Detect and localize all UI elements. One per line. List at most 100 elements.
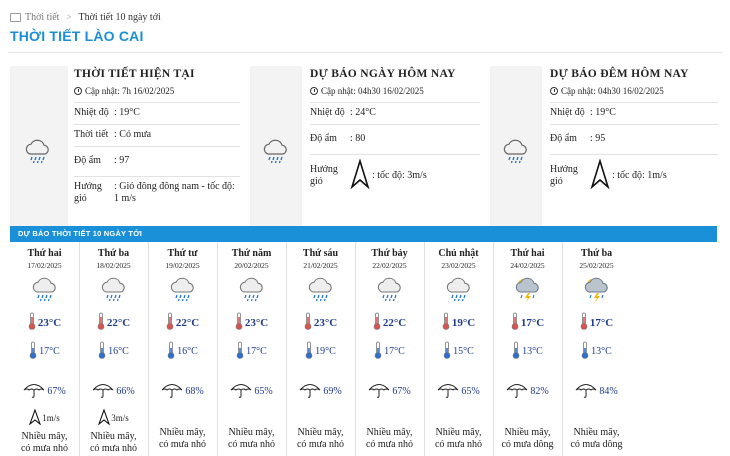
temp-min: 17°C	[384, 346, 405, 357]
condition-line: Nhiều mây,	[504, 427, 551, 438]
condition-line: có mưa nhỏ	[296, 439, 345, 450]
thermometer-hot-icon	[97, 312, 105, 333]
day-date: 20/02/2025	[234, 261, 269, 270]
cloud-rain-icon	[262, 138, 290, 169]
row-key: Nhiệt độ	[74, 107, 109, 118]
breadcrumb: Thời tiết > Thời tiết 10 ngày tới	[10, 10, 161, 24]
umbrella-icon	[161, 382, 183, 401]
current-title: THỜI TIẾT HIỆN TẠI	[74, 68, 195, 80]
day-name: Thứ hai	[27, 248, 62, 259]
day-date: 17/02/2025	[27, 261, 62, 270]
row-value: : 80	[350, 133, 366, 144]
forecast-day: Thứ bảy 22/02/2025 22°C 17°C 67% Nhiều mây, có…	[355, 242, 425, 456]
cloud-rain-icon	[31, 276, 59, 302]
forecast-day: Thứ ba 25/02/2025 17°C 13°C 84% Nhiều mây, có …	[562, 242, 631, 456]
cloud-rain-icon	[238, 276, 266, 302]
day-name: Thứ tư	[167, 248, 198, 259]
today-updated-text: Cập nhật: 04h30 16/02/2025	[321, 86, 424, 96]
cloud-storm-icon	[514, 276, 542, 302]
condition-line: Nhiều mây,	[21, 431, 68, 442]
current-body: THỜI TIẾT HIỆN TẠI Cập nhật: 7h 16/02/20…	[74, 66, 240, 226]
tonight-title: DỰ BÁO ĐÊM HÔM NAY	[550, 68, 689, 80]
day-name: Thứ bảy	[371, 248, 408, 259]
umbrella-icon	[92, 382, 114, 401]
thermometer-cold-icon	[98, 341, 106, 362]
current-row: Nhiệt độ : 19°C	[74, 102, 240, 124]
day-name: Chủ nhật	[438, 248, 479, 259]
row-value: : tốc độ: 3m/s	[372, 170, 427, 181]
condition-line: có mưa nhỏ	[20, 443, 69, 454]
umbrella-icon	[506, 382, 528, 401]
temp-min: 13°C	[522, 346, 543, 357]
day-date: 25/02/2025	[579, 261, 614, 270]
condition-line: Nhiều mây,	[573, 427, 620, 438]
temp-min: 13°C	[591, 346, 612, 357]
day-name: Thứ năm	[231, 248, 272, 259]
thermometer-cold-icon	[512, 341, 520, 362]
forecast-day: Thứ hai 17/02/2025 23°C 17°C 67% 1m/s Nhiều mâ…	[10, 242, 80, 456]
today-row: Nhiệt độ: 24°C	[310, 102, 480, 124]
day-date: 23/02/2025	[441, 261, 476, 270]
temp-max: 22°C	[382, 316, 407, 329]
thermometer-hot-icon	[580, 312, 588, 333]
temp-max: 17°C	[589, 316, 614, 329]
temp-max: 22°C	[175, 316, 200, 329]
current-updated-text: Cập nhật: 7h 16/02/2025	[85, 86, 175, 96]
tonight-body: DỰ BÁO ĐÊM HÔM NAY Cập nhật: 04h30 16/02…	[550, 66, 718, 226]
thermometer-hot-icon	[166, 312, 174, 333]
row-value: : 95	[590, 133, 606, 144]
cloud-rain-icon	[445, 276, 473, 302]
cloud-rain-icon	[307, 276, 335, 302]
forecast-day: Thứ năm 20/02/2025 23°C 17°C 65% Nhiều mây, có…	[217, 242, 287, 456]
current-row: Hướng gió: Gió đông đông nam - tốc độ: 1…	[74, 176, 240, 210]
forecast-header: DỰ BÁO THỜI TIẾT 10 NGÀY TỚI	[10, 226, 717, 242]
wind-direction-icon	[29, 408, 42, 427]
forecast-day: Thứ sáu 21/02/2025 23°C 19°C 69% Nhiều mây, có…	[286, 242, 356, 456]
day-date: 21/02/2025	[303, 261, 338, 270]
tonight-row: Nhiệt độ: 19°C	[550, 102, 718, 124]
humidity: 67%	[392, 386, 411, 397]
day-date: 19/02/2025	[165, 261, 200, 270]
row-value: : 19°C	[114, 107, 140, 118]
wind-direction-icon	[590, 158, 612, 193]
thermometer-cold-icon	[581, 341, 589, 362]
humidity: 84%	[599, 386, 618, 397]
thermometer-hot-icon	[373, 312, 381, 333]
row-key: Hướng gió	[74, 181, 102, 204]
thermometer-cold-icon	[236, 341, 244, 362]
temp-min: 19°C	[315, 346, 336, 357]
umbrella-icon	[23, 382, 45, 401]
breadcrumb-home-link[interactable]: Thời tiết	[25, 12, 59, 23]
breadcrumb-current: Thời tiết 10 ngày tới	[78, 11, 161, 23]
day-name: Thứ sáu	[302, 248, 339, 259]
temp-min: 17°C	[39, 346, 60, 357]
umbrella-icon	[368, 382, 390, 401]
humidity: 66%	[116, 386, 135, 397]
day-date: 22/02/2025	[372, 261, 407, 270]
current-weather-panel: THỜI TIẾT HIỆN TẠI Cập nhật: 7h 16/02/20…	[10, 66, 240, 226]
row-value: : Có mưa	[114, 129, 152, 140]
row-key: Nhiệt độ	[310, 107, 345, 118]
condition-line: Nhiều mây,	[366, 427, 413, 438]
thermometer-hot-icon	[235, 312, 243, 333]
temp-min: 16°C	[177, 346, 198, 357]
condition-line: Nhiều mây,	[90, 431, 137, 442]
breadcrumb-separator-icon: >	[66, 12, 72, 22]
cloud-rain-icon	[169, 276, 197, 302]
condition-line: Nhiều mây,	[159, 427, 206, 438]
forecast-day: Thứ hai 24/02/2025 17°C 13°C 82% Nhiều mây, có…	[493, 242, 563, 456]
umbrella-icon	[230, 382, 252, 401]
tonight-row: Độ ẩm: 95	[550, 124, 718, 154]
cloud-storm-icon	[583, 276, 611, 302]
condition-line: có mưa nhỏ	[89, 443, 138, 454]
temp-max: 19°C	[451, 316, 476, 329]
today-body: DỰ BÁO NGÀY HÔM NAY Cập nhật: 04h30 16/0…	[310, 66, 480, 226]
humidity: 65%	[461, 386, 480, 397]
forecast-day: Thứ tư 19/02/2025 22°C 16°C 68% Nhiều mây, có …	[148, 242, 218, 456]
today-updated: Cập nhật: 04h30 16/02/2025	[310, 86, 480, 96]
forecast-days: Thứ hai 17/02/2025 23°C 17°C 67% 1m/s Nhiều mâ…	[10, 242, 717, 456]
thermometer-hot-icon	[442, 312, 450, 333]
row-value: : tốc độ: 1m/s	[612, 170, 667, 181]
day-date: 24/02/2025	[510, 261, 545, 270]
today-row: Độ ẩm: 80	[310, 124, 480, 154]
